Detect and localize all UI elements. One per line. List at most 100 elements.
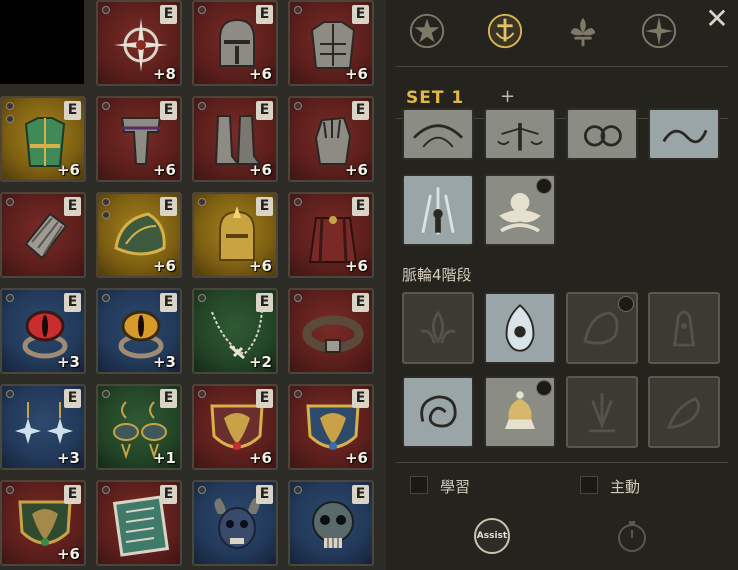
inventory-slot-beast-skull-item[interactable]: E (192, 480, 278, 566)
learn-checkbox[interactable] (410, 476, 428, 494)
enhance-level: +2 (248, 353, 272, 371)
socket-indicator (198, 198, 206, 206)
inventory-slot-bracer[interactable]: E (0, 192, 86, 278)
rune-slot[interactable] (402, 108, 474, 160)
enhance-badge: E (352, 293, 369, 312)
rune-slot[interactable] (566, 108, 638, 160)
socket-indicator (294, 294, 302, 302)
rune-slot[interactable] (648, 292, 720, 364)
set-label[interactable]: SET 1 (406, 88, 464, 108)
inventory-slot-plate-leg-armor[interactable]: E +6 (96, 96, 182, 182)
inventory-slot-green-tunic[interactable]: E +6 (0, 96, 86, 182)
enhance-level: +6 (152, 257, 176, 275)
socket-indicator (198, 294, 206, 302)
socket-indicator (198, 390, 206, 398)
socket-indicator (6, 102, 14, 110)
inventory-slot-eye-earrings[interactable]: E +1 (96, 384, 182, 470)
timer-icon[interactable] (614, 518, 650, 554)
enhance-badge: E (160, 101, 177, 120)
socket-indicator (102, 211, 110, 219)
rune-slot[interactable] (484, 174, 556, 246)
socket-indicator (294, 198, 302, 206)
enhance-level: +6 (248, 257, 272, 275)
socket-indicator (6, 115, 14, 123)
rune-slot[interactable] (484, 292, 556, 364)
enhance-badge: E (160, 5, 177, 24)
inventory-slot-plate-boots[interactable]: E +6 (192, 96, 278, 182)
inventory-slot-red-eye-ring[interactable]: E +3 (0, 288, 86, 374)
socket-indicator (294, 390, 302, 398)
socket-indicator (294, 486, 302, 494)
rune-slot[interactable] (648, 108, 720, 160)
inventory-slot-star-earrings[interactable]: E +3 (0, 384, 86, 470)
socket-indicator (294, 6, 302, 14)
enhance-level: +6 (248, 161, 272, 179)
inventory-slot-compass-amulet[interactable]: E +8 (96, 0, 182, 86)
enhance-badge: E (160, 293, 177, 312)
socket-indicator (6, 294, 14, 302)
inventory-slot-leather-belt[interactable]: E (288, 288, 374, 374)
inventory-slot-red-emblem[interactable]: E +6 (192, 384, 278, 470)
rune-slot[interactable] (484, 108, 556, 160)
enhance-badge: E (256, 5, 273, 24)
checkbox-divider (396, 462, 728, 463)
tier-label: 脈輪4階段 (402, 266, 472, 284)
socket-indicator (102, 102, 110, 110)
lock-indicator (618, 296, 634, 312)
enhance-level: +6 (152, 161, 176, 179)
header-divider (396, 66, 728, 67)
enhance-level: +6 (248, 449, 272, 467)
rune-slot[interactable] (648, 376, 720, 448)
close-icon[interactable]: ✕ (704, 5, 730, 33)
socket-indicator (294, 102, 302, 110)
inventory-slot-rune-tablet[interactable]: E (96, 480, 182, 566)
socket-indicator (198, 486, 206, 494)
enhance-level: +6 (344, 257, 368, 275)
lock-indicator (536, 178, 552, 194)
enhance-level: +6 (56, 545, 80, 563)
enhance-badge: E (64, 485, 81, 504)
enhance-badge: E (64, 389, 81, 408)
compass-icon[interactable] (640, 12, 678, 50)
star-emblem-icon[interactable] (408, 12, 446, 50)
add-set-button[interactable]: + (500, 86, 515, 107)
inventory-slot-plate-chest-armor[interactable]: E +6 (288, 0, 374, 86)
rune-slot[interactable] (484, 376, 556, 448)
inventory-slot-silver-necklace[interactable]: E +2 (192, 288, 278, 374)
skill-panel: ✕ SET 1 + 脈輪4階段 學習 主動 Assist (386, 0, 738, 570)
enhance-badge: E (160, 197, 177, 216)
rune-slot[interactable] (402, 174, 474, 246)
enhance-level: +6 (344, 449, 368, 467)
inventory-slot-gold-shoulder-guard[interactable]: E +6 (96, 192, 182, 278)
rune-slot[interactable] (402, 292, 474, 364)
auto-checkbox[interactable] (580, 476, 598, 494)
inventory-slot-knight-helmet[interactable]: E +6 (192, 0, 278, 86)
rune-slot[interactable] (402, 376, 474, 448)
rune-slot[interactable] (566, 292, 638, 364)
inventory-slot-skull-item[interactable]: E (288, 480, 374, 566)
fleur-icon[interactable] (564, 12, 602, 50)
socket-indicator (102, 6, 110, 14)
assist-button[interactable]: Assist (474, 518, 510, 554)
lock-indicator (536, 380, 552, 396)
enhance-level: +6 (344, 161, 368, 179)
rune-slot[interactable] (566, 376, 638, 448)
enhance-badge: E (352, 389, 369, 408)
enhance-level: +6 (56, 161, 80, 179)
socket-indicator (6, 486, 14, 494)
enhance-level: +8 (152, 65, 176, 83)
sword-emblem-icon[interactable] (486, 12, 524, 50)
auto-label: 主動 (610, 478, 641, 496)
inventory-slot-plate-gauntlets[interactable]: E +6 (288, 96, 374, 182)
enhance-badge: E (352, 485, 369, 504)
enhance-badge: E (256, 101, 273, 120)
enhance-badge: E (160, 389, 177, 408)
socket-indicator (102, 486, 110, 494)
inventory-slot-green-emblem[interactable]: E +6 (0, 480, 86, 566)
socket-indicator (6, 390, 14, 398)
enhance-level: +3 (56, 353, 80, 371)
inventory-slot-gold-eye-ring[interactable]: E +3 (96, 288, 182, 374)
inventory-slot-gold-helmet[interactable]: E +6 (192, 192, 278, 278)
inventory-slot-blue-emblem[interactable]: E +6 (288, 384, 374, 470)
inventory-slot-red-cloak[interactable]: E +6 (288, 192, 374, 278)
